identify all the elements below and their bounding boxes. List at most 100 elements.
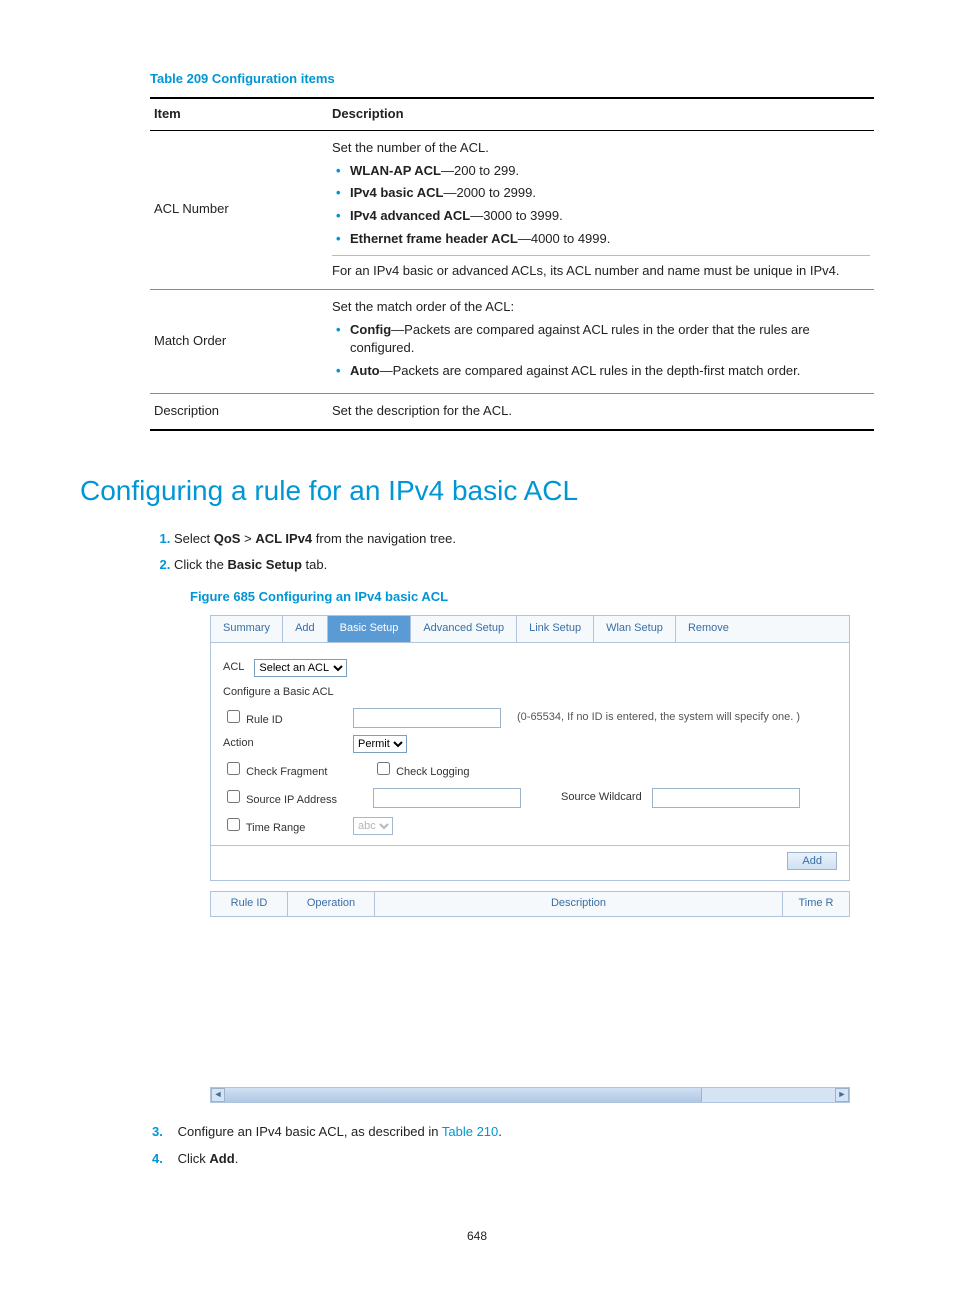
check-fragment-checkbox[interactable] [227,762,240,775]
cell-text: Set the match order of the ACL: [332,298,870,317]
tab-row: Summary Add Basic Setup Advanced Setup L… [210,615,850,643]
table-row: Description Set the description for the … [150,394,874,430]
source-ip-input[interactable] [373,788,521,808]
text: . [235,1151,239,1166]
text: . [498,1124,502,1139]
rule-id-checkbox-label[interactable]: Rule ID [223,707,343,729]
acl-select[interactable]: Select an ACL [254,659,347,677]
tab-summary[interactable]: Summary [211,616,283,642]
tab-remove[interactable]: Remove [676,616,849,642]
steps-list-1: Select QoS > ACL IPv4 from the navigatio… [150,530,874,576]
tab-link-setup[interactable]: Link Setup [517,616,594,642]
action-label: Action [223,736,343,752]
figure-screenshot: Summary Add Basic Setup Advanced Setup L… [210,615,850,1103]
rule-id-label: Rule ID [246,714,283,726]
text: —200 to 299. [441,163,519,178]
scroll-track[interactable] [225,1088,835,1102]
page-number: 648 [80,1228,874,1245]
text: —Packets are compared against ACL rules … [380,363,801,378]
horizontal-scrollbar[interactable]: ◄ ► [210,1087,850,1103]
tab-add[interactable]: Add [283,616,328,642]
text: tab. [302,557,327,572]
tab-basic-setup[interactable]: Basic Setup [328,616,412,642]
cell-text: Set the number of the ACL. [332,139,870,158]
text: Check Logging [396,766,469,778]
text: Select [174,531,214,546]
text: —2000 to 2999. [443,185,536,200]
config-items-table: Item Description ACL Number Set the numb… [150,97,874,431]
list-item: Config—Packets are compared against ACL … [350,321,870,359]
text: > [240,531,255,546]
rule-id-hint: (0-65534, If no ID is entered, the syste… [517,710,800,726]
check-logging-checkbox[interactable] [377,762,390,775]
action-select[interactable]: Permit [353,735,407,753]
source-wildcard-input[interactable] [652,788,800,808]
source-wildcard-label: Source Wildcard [561,790,642,806]
list-item: IPv4 basic ACL—2000 to 2999. [350,184,870,203]
list-item: WLAN-AP ACL—200 to 299. [350,162,870,181]
text: Click [178,1151,210,1166]
scroll-left-icon[interactable]: ◄ [211,1088,225,1102]
col-time-range: Time R [783,892,849,916]
text: Time Range [246,822,306,834]
rules-table-header: Rule ID Operation Description Time R [210,891,850,917]
cell-text: For an IPv4 basic or advanced ACLs, its … [332,262,870,281]
step-1: Select QoS > ACL IPv4 from the navigatio… [174,530,874,549]
time-range-checkbox[interactable] [227,818,240,831]
table-row: Match Order Set the match order of the A… [150,289,874,393]
text: Check Fragment [246,766,327,778]
add-button[interactable]: Add [787,852,837,870]
list-item: IPv4 advanced ACL—3000 to 3999. [350,207,870,226]
scroll-thumb[interactable] [225,1088,702,1102]
acl-label: ACL [223,660,244,676]
cell-desc: Set the number of the ACL. WLAN-AP ACL—2… [328,130,874,289]
bold: WLAN-AP ACL [350,163,441,178]
bold: Add [209,1151,234,1166]
cell-item: Match Order [150,289,328,393]
source-ip-label[interactable]: Source IP Address [223,787,363,809]
tab-wlan-setup[interactable]: Wlan Setup [594,616,676,642]
tab-advanced-setup[interactable]: Advanced Setup [411,616,517,642]
bold: IPv4 advanced ACL [350,208,470,223]
rule-id-input[interactable] [353,708,501,728]
list-item: Ethernet frame header ACL—4000 to 4999. [350,230,870,249]
rule-id-checkbox[interactable] [227,710,240,723]
text: Source IP Address [246,794,337,806]
text: —3000 to 3999. [470,208,563,223]
cell-desc: Set the description for the ACL. [328,394,874,430]
time-range-select[interactable]: abc [353,817,393,835]
bold: Ethernet frame header ACL [350,231,518,246]
th-desc: Description [328,98,874,130]
th-item: Item [150,98,328,130]
source-ip-checkbox[interactable] [227,790,240,803]
text: —Packets are compared against ACL rules … [350,322,810,356]
check-logging-label[interactable]: Check Logging [373,759,469,781]
table-caption: Table 209 Configuration items [150,70,874,89]
steps-list-2: Configure an IPv4 basic ACL, as describe… [150,1123,874,1169]
figure-caption: Figure 685 Configuring an IPv4 basic ACL [190,588,874,607]
text: from the navigation tree. [312,531,456,546]
bold: IPv4 basic ACL [350,185,443,200]
cell-desc: Set the match order of the ACL: Config—P… [328,289,874,393]
text: Click the [174,557,227,572]
bold: QoS [214,531,241,546]
col-operation: Operation [288,892,375,916]
check-fragment-label[interactable]: Check Fragment [223,759,363,781]
col-description: Description [375,892,783,916]
time-range-label[interactable]: Time Range [223,815,343,837]
step-3: Configure an IPv4 basic ACL, as describe… [174,1123,874,1142]
cell-item: ACL Number [150,130,328,289]
bold: Config [350,322,391,337]
step-4: Click Add. [174,1150,874,1169]
step-2: Click the Basic Setup tab. [174,556,874,575]
table-row: ACL Number Set the number of the ACL. WL… [150,130,874,289]
bold: Basic Setup [227,557,301,572]
col-rule-id: Rule ID [211,892,288,916]
text: Configure an IPv4 basic ACL, as describe… [178,1124,442,1139]
scroll-right-icon[interactable]: ► [835,1088,849,1102]
bold: ACL IPv4 [255,531,312,546]
list-item: Auto—Packets are compared against ACL ru… [350,362,870,381]
cell-item: Description [150,394,328,430]
bold: Auto [350,363,380,378]
table-link[interactable]: Table 210 [442,1124,498,1139]
